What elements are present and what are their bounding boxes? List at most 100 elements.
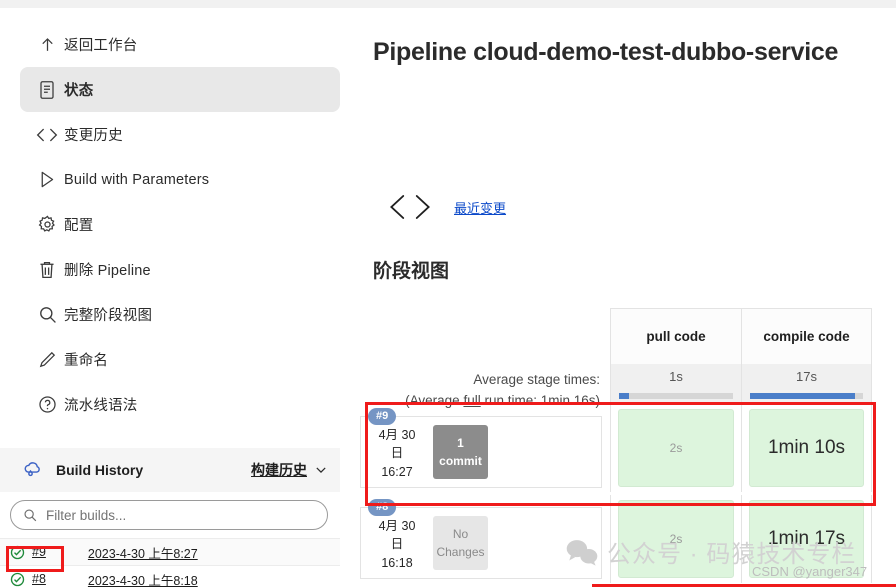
stage-cell[interactable]: 1min 10s — [741, 404, 872, 492]
sidebar-item-label: 完整阶段视图 — [64, 308, 153, 324]
weather-cloud-icon — [22, 460, 52, 480]
stage-cell[interactable]: 1min 17s — [741, 495, 872, 583]
build-date-text: 4月 30 — [378, 519, 416, 533]
header-spacer — [360, 308, 610, 364]
status-success-icon — [10, 572, 28, 587]
build-history-header: Build History 构建历史 — [0, 448, 340, 492]
build-meta-cell: #9 4月 30 日 16:27 1 commit — [360, 404, 610, 492]
sidebar: 返回工作台 状态 变更历史 Build with Parameters 配置 删… — [0, 8, 360, 588]
sidebar-item-label: 变更历史 — [64, 128, 123, 144]
build-number-link[interactable]: #9 — [32, 545, 46, 559]
search-input-placeholder: Filter builds... — [46, 507, 127, 523]
stage-average-bar-fill — [619, 393, 630, 399]
search-icon — [23, 508, 37, 522]
sidebar-item-label: 配置 — [64, 218, 94, 234]
sidebar-item-pipeline-syntax[interactable]: 流水线语法 — [20, 382, 340, 427]
commit-label: commit — [439, 454, 482, 468]
build-list: #9 2023-4-30 上午8:27 #8 2023-4-30 上午8:18 — [0, 538, 340, 588]
stage-duration-box: 1min 17s — [749, 500, 864, 578]
sidebar-item-label: 删除 Pipeline — [64, 263, 151, 279]
average-stage-times-text: Average stage times: — [473, 372, 600, 387]
build-date: 4月 30 日 16:27 — [361, 417, 433, 487]
search-input[interactable]: Filter builds... — [10, 500, 328, 530]
sidebar-nav: 返回工作台 状态 变更历史 Build with Parameters 配置 删… — [0, 8, 360, 427]
search-icon — [30, 303, 64, 327]
stage-average-cell: 1s — [610, 364, 741, 404]
gear-icon — [30, 213, 64, 237]
stage-view-header-row: pull code compile code — [360, 308, 896, 364]
chevron-down-icon[interactable] — [314, 463, 328, 477]
stage-cell[interactable]: 2s — [610, 404, 741, 492]
trash-icon — [30, 258, 64, 282]
sidebar-item-rename[interactable]: 重命名 — [20, 337, 340, 382]
status-badge[interactable]: #9 — [368, 408, 397, 425]
stage-average-bar-track — [750, 393, 863, 399]
build-time: 16:18 — [381, 555, 413, 570]
commit-badge[interactable]: 1 commit — [433, 425, 488, 479]
status-badge[interactable]: #8 — [368, 499, 397, 516]
stage-view-average-row: Average stage times: (Average full run t… — [360, 364, 896, 408]
build-timestamp-link[interactable]: 2023-4-30 上午8:18 — [88, 570, 198, 588]
play-icon — [30, 168, 64, 192]
commit-badge[interactable]: No Changes — [433, 516, 488, 570]
build-timestamp-link[interactable]: 2023-4-30 上午8:27 — [88, 543, 198, 562]
sidebar-item-label: 返回工作台 — [64, 38, 138, 54]
sidebar-item-label: 状态 — [64, 83, 94, 99]
sidebar-item-label: Build with Parameters — [64, 171, 210, 188]
stage-cell[interactable]: 2s — [610, 495, 741, 583]
code-brackets-icon — [30, 123, 64, 147]
table-row: #9 4月 30 日 16:27 1 commit 2s 1min 10s — [360, 404, 896, 492]
question-circle-icon — [30, 393, 64, 417]
build-time: 16:27 — [381, 464, 413, 479]
stage-duration-box: 2s — [618, 409, 734, 487]
stage-view-section-title: 阶段视图 — [373, 261, 450, 282]
stage-duration: 1min 17s — [767, 528, 846, 549]
build-meta-cell: #8 4月 30 日 16:18 No Changes — [360, 495, 610, 583]
stage-average-bar-fill — [750, 393, 856, 399]
code-brackets-icon — [388, 190, 432, 224]
build-date: 4月 30 日 16:18 — [361, 508, 433, 578]
list-item[interactable]: #9 2023-4-30 上午8:27 — [0, 538, 340, 565]
sidebar-item-delete-pipeline[interactable]: 删除 Pipeline — [20, 247, 340, 292]
stage-duration: 2s — [669, 441, 683, 455]
stage-average-bar-track — [619, 393, 733, 399]
build-meta-card: 4月 30 日 16:27 1 commit — [360, 416, 602, 488]
stage-duration-box: 1min 10s — [749, 409, 864, 487]
build-history-link[interactable]: 构建历史 — [251, 460, 307, 480]
sidebar-item-label: 流水线语法 — [64, 398, 138, 414]
list-item[interactable]: #8 2023-4-30 上午8:18 — [0, 565, 340, 588]
sidebar-item-change-history[interactable]: 变更历史 — [20, 112, 340, 157]
window-top-strip — [0, 0, 896, 8]
build-date-text: 4月 30 — [378, 428, 416, 442]
commit-count: 1 — [457, 436, 464, 450]
average-times-label: Average stage times: (Average full run t… — [360, 364, 610, 408]
main-content: Pipeline cloud-demo-test-dubbo-service 最… — [360, 8, 896, 588]
stage-average-value: 17s — [796, 369, 817, 384]
stage-column-header[interactable]: pull code — [610, 308, 741, 364]
sidebar-item-build-with-parameters[interactable]: Build with Parameters — [20, 157, 340, 202]
build-date-suffix: 日 — [390, 446, 404, 461]
build-history-actions: 构建历史 — [251, 460, 340, 480]
sidebar-item-back-to-dashboard[interactable]: 返回工作台 — [20, 22, 340, 67]
stage-column-header[interactable]: compile code — [741, 308, 872, 364]
table-row: #8 4月 30 日 16:18 No Changes 2s 1min 17s — [360, 495, 896, 583]
sidebar-item-status[interactable]: 状态 — [20, 67, 340, 112]
sidebar-item-configure[interactable]: 配置 — [20, 202, 340, 247]
pencil-icon — [30, 348, 64, 372]
build-number-link[interactable]: #8 — [32, 572, 46, 586]
sidebar-item-label: 重命名 — [64, 353, 109, 369]
stage-duration-box: 2s — [618, 500, 734, 578]
highlight-annotation-underline — [592, 584, 896, 587]
recent-changes-link[interactable]: 最近变更 — [454, 198, 506, 217]
build-filter-wrapper: Filter builds... — [0, 492, 340, 538]
recent-changes-row: 最近变更 — [388, 190, 506, 224]
commit-count: No — [452, 527, 469, 541]
page-title: Pipeline cloud-demo-test-dubbo-service — [373, 38, 839, 66]
arrow-up-icon — [30, 33, 64, 57]
commit-label: Changes — [436, 545, 485, 559]
stage-view-table: pull code compile code Average stage tim… — [360, 308, 896, 583]
sidebar-item-full-stage-view[interactable]: 完整阶段视图 — [20, 292, 340, 337]
document-icon — [30, 78, 64, 102]
stage-duration: 2s — [669, 532, 683, 546]
build-history-title: Build History — [56, 462, 144, 478]
